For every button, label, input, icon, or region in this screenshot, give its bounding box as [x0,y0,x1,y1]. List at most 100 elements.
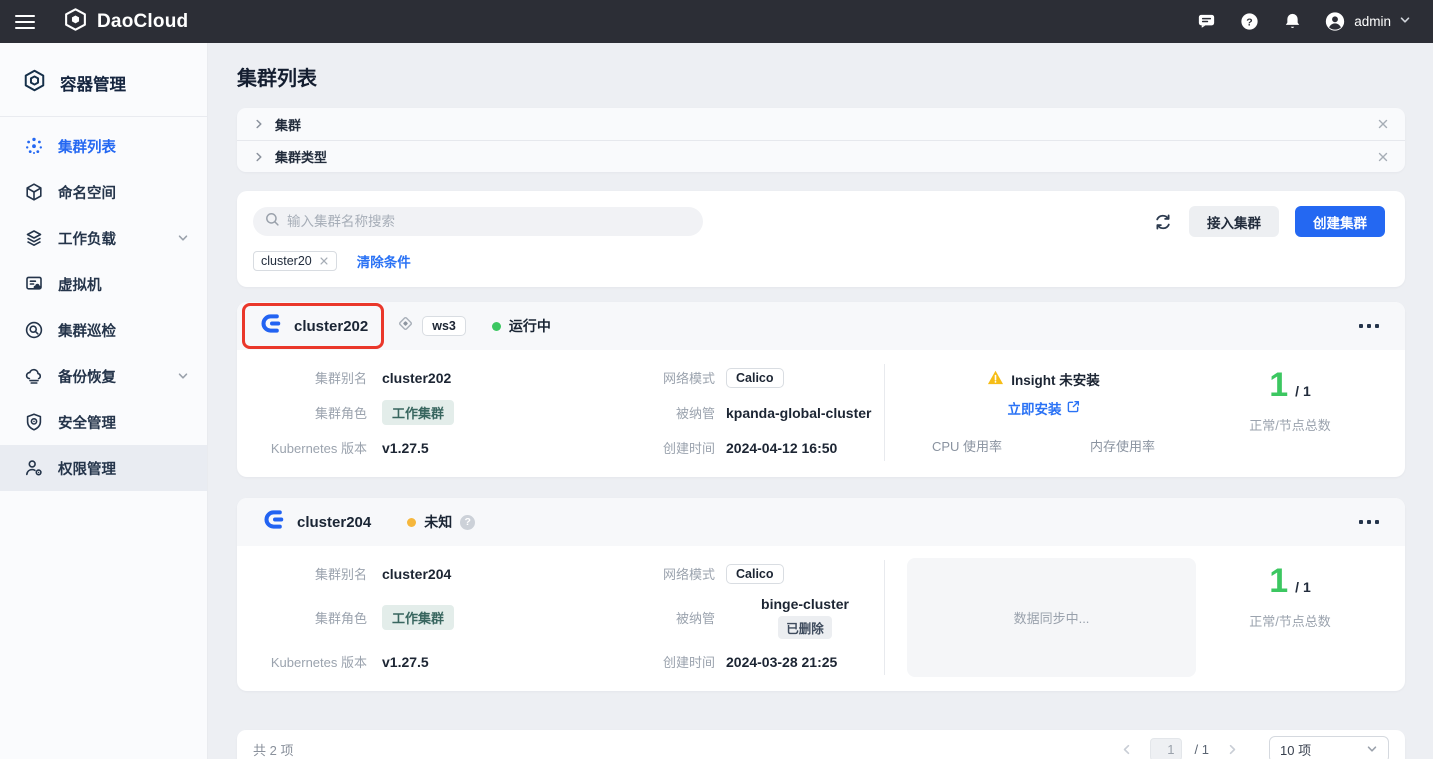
sidebar-item-security[interactable]: 安全管理 [0,399,207,445]
active-filter-chip[interactable]: cluster20 [253,251,337,271]
field-label: 被纳管 [600,395,715,430]
field-label: 网络模式 [600,360,715,395]
sidebar-item-cluster-list[interactable]: 集群列表 [0,123,207,169]
cluster-name[interactable]: cluster204 [297,514,371,531]
page-number-input[interactable] [1150,738,1182,759]
more-actions-button[interactable] [1357,514,1381,530]
search-icon [265,212,280,232]
daocloud-cube-icon [63,7,88,37]
sidebar-item-namespace[interactable]: 命名空间 [0,169,207,215]
workspace-tag: ws3 [422,316,466,336]
install-now-link[interactable]: 立即安装 [1008,398,1080,418]
external-link-icon [1067,400,1080,416]
main-content: 集群列表 集群 集群类型 [208,43,1433,759]
create-cluster-button[interactable]: 创建集群 [1295,206,1385,237]
workspace-diamond-icon [397,315,414,337]
chevron-right-icon [253,118,265,130]
insight-warning-text: Insight 未安装 [1011,369,1100,389]
managed-by-value: binge-cluster [761,596,849,612]
field-label: 创建时间 [600,644,715,679]
cluster-fields: 集群别名 cluster204 网络模式 Calico 集群角色 工作集群 被纳… [264,556,884,679]
field-label: Kubernetes 版本 [264,430,367,465]
sidebar: 容器管理 集群列表 命名空间 [0,43,208,759]
attach-cluster-button[interactable]: 接入集群 [1189,206,1279,237]
cpu-usage-label: CPU 使用率 [932,436,1002,455]
user-menu[interactable]: admin [1324,11,1411,33]
cluster-role-tag: 工作集群 [382,400,454,425]
field-label: 网络模式 [600,556,715,591]
remove-filter-icon[interactable] [319,256,329,266]
sidebar-title: 容器管理 [0,43,207,116]
clear-filters-link[interactable]: 清除条件 [357,251,411,271]
cluster-logo-icon [264,508,287,536]
sidebar-item-workloads[interactable]: 工作负载 [0,215,207,261]
insight-section: Insight 未安装 立即安装 CPU 使用率 内存使用率 [885,360,1202,465]
sidebar-item-label: 权限管理 [58,458,116,479]
layers-icon [24,228,44,248]
pagination-bar: 共 2 项 / 1 10 项 [237,730,1405,759]
sidebar-item-label: 集群巡检 [58,320,116,341]
status-dot-running [492,322,501,331]
search-field[interactable] [253,207,703,236]
cluster-status: 运行中 [509,316,551,336]
field-label: 集群别名 [264,360,367,395]
chevron-down-icon [177,232,189,244]
sidebar-item-label: 备份恢复 [58,366,116,387]
sidebar-item-cluster-inspection[interactable]: 集群巡检 [0,307,207,353]
chevron-down-icon [1399,14,1411,29]
chevron-right-icon [253,151,265,163]
nodes-ratio-label: 正常/节点总数 [1249,415,1331,434]
close-icon[interactable] [1377,151,1389,163]
cluster-card-header: cluster202 ws3 运行中 [237,302,1405,350]
nodes-ratio-label: 正常/节点总数 [1249,611,1331,630]
cluster-card-cluster202: cluster202 ws3 运行中 [237,302,1405,477]
nodes-total: / 1 [1295,579,1311,595]
deleted-tag: 已删除 [778,616,832,639]
divider [884,560,885,675]
sidebar-item-label: 安全管理 [58,412,116,433]
page-size-select[interactable]: 10 项 [1269,736,1389,759]
k8s-version-value: v1.27.5 [367,430,600,465]
network-mode-tag: Calico [726,368,784,388]
close-icon[interactable] [1377,118,1389,130]
notification-bell-icon[interactable] [1281,11,1303,33]
sidebar-item-backup-restore[interactable]: 备份恢复 [0,353,207,399]
search-toolbar-card: 接入集群 创建集群 cluster20 清除条件 [237,191,1405,287]
user-gear-icon [24,458,44,478]
cluster-fields: 集群别名 cluster202 网络模式 Calico 集群角色 工作集群 被纳… [264,360,884,465]
status-help-icon[interactable]: ? [460,515,475,530]
next-page-icon[interactable] [1222,743,1243,756]
network-mode-tag: Calico [726,564,784,584]
prev-page-icon[interactable] [1116,743,1137,756]
chevron-down-icon [177,370,189,382]
status-dot-unknown [407,518,416,527]
sidebar-item-virtual-machines[interactable]: 虚拟机 [0,261,207,307]
search-input[interactable] [287,214,691,229]
data-sync-placeholder: 数据同步中... [907,558,1196,677]
topbar: DaoCloud ? [0,0,1433,43]
cluster-alias: cluster204 [367,556,600,591]
filter-row-cluster[interactable]: 集群 [237,108,1405,140]
cluster-logo-icon [261,312,284,340]
sidebar-item-permissions[interactable]: 权限管理 [0,445,207,491]
memory-usage-label: 内存使用率 [1090,436,1155,455]
help-icon[interactable]: ? [1238,11,1260,33]
field-label: 集群角色 [264,600,367,635]
warning-icon [987,369,1004,389]
svg-text:?: ? [1246,16,1252,28]
sidebar-item-label: 工作负载 [58,228,116,249]
menu-toggle-icon[interactable] [15,15,35,29]
cluster-card-cluster204: cluster204 未知 ? 集群别名 cluster204 网络模式 Cal… [237,498,1405,691]
more-actions-button[interactable] [1357,318,1381,334]
node-stats: 1 / 1 正常/节点总数 [1202,556,1378,679]
cluster-name[interactable]: cluster202 [294,318,368,335]
field-label: Kubernetes 版本 [264,644,367,679]
refresh-icon[interactable] [1151,210,1175,234]
filter-row-cluster-type[interactable]: 集群类型 [237,140,1405,172]
total-count: 共 2 项 [253,740,293,759]
page-total-label: / 1 [1195,742,1209,757]
message-icon[interactable] [1195,11,1217,33]
nodes-total: / 1 [1295,383,1311,399]
field-label: 创建时间 [600,430,715,465]
field-label: 集群别名 [264,556,367,591]
